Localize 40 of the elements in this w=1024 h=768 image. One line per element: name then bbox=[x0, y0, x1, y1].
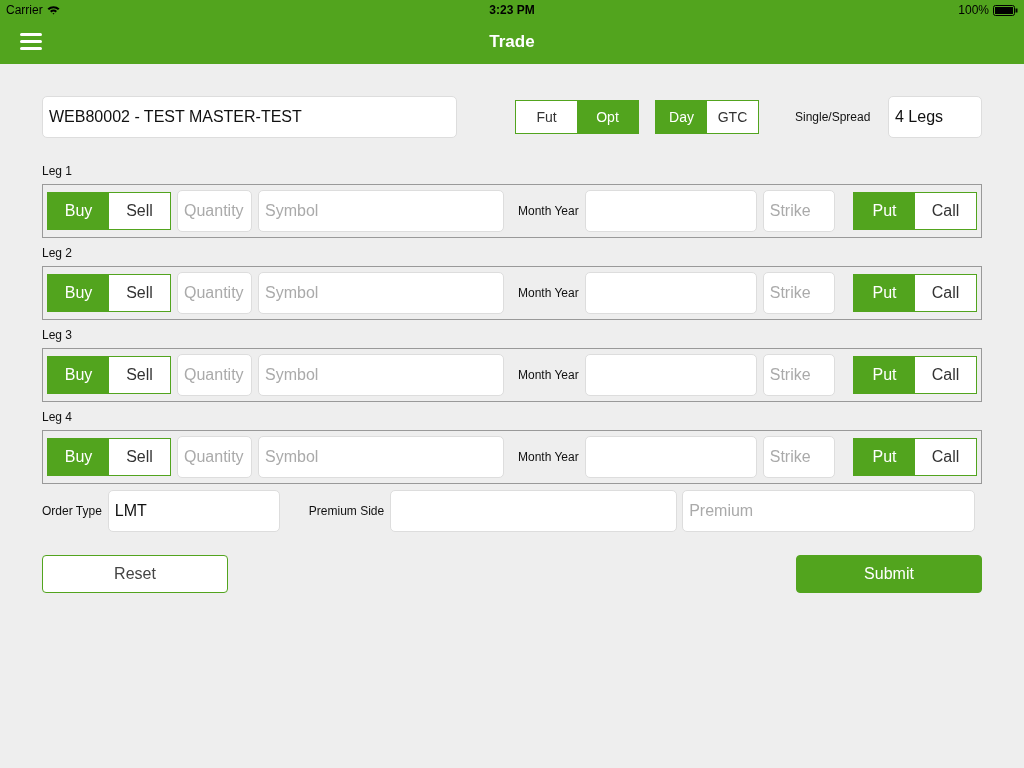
premium-field[interactable]: Premium bbox=[682, 490, 976, 532]
menu-icon[interactable] bbox=[20, 32, 42, 50]
single-spread-field[interactable]: 4 Legs bbox=[888, 96, 982, 138]
symbol-field[interactable]: Symbol bbox=[258, 190, 504, 232]
symbol-field[interactable]: Symbol bbox=[258, 272, 504, 314]
month-year-label: Month Year bbox=[518, 450, 579, 464]
single-spread-label: Single/Spread bbox=[795, 110, 871, 124]
order-type-label: Order Type bbox=[42, 504, 102, 518]
strike-field[interactable]: Strike bbox=[762, 272, 835, 314]
battery-icon bbox=[993, 4, 1018, 16]
month-year-label: Month Year bbox=[518, 286, 579, 300]
month-year-label: Month Year bbox=[518, 368, 579, 382]
leg-title: Leg 3 bbox=[42, 328, 74, 342]
symbol-field[interactable]: Symbol bbox=[258, 436, 504, 478]
month-year-field[interactable] bbox=[584, 436, 757, 478]
quantity-field[interactable]: Quantity bbox=[177, 436, 252, 478]
carrier-label: Carrier bbox=[6, 3, 43, 17]
premium-side-field[interactable] bbox=[390, 490, 678, 532]
screen-title: Trade bbox=[489, 32, 535, 52]
premium-side-label: Premium Side bbox=[308, 504, 385, 518]
leg-title: Leg 4 bbox=[42, 410, 74, 424]
battery-percent: 100% bbox=[958, 3, 989, 17]
quantity-field[interactable]: Quantity bbox=[177, 190, 252, 232]
account-field[interactable]: WEB80002 - TEST MASTER-TEST bbox=[42, 96, 457, 138]
leg-title: Leg 2 bbox=[42, 246, 74, 260]
strike-field[interactable]: Strike bbox=[762, 190, 835, 232]
quantity-field[interactable]: Quantity bbox=[177, 272, 252, 314]
symbol-field[interactable]: Symbol bbox=[258, 354, 504, 396]
reset-button[interactable]: Reset bbox=[42, 555, 228, 593]
strike-field[interactable]: Strike bbox=[762, 354, 835, 396]
month-year-field[interactable] bbox=[584, 354, 757, 396]
month-year-field[interactable] bbox=[584, 272, 757, 314]
strike-field[interactable]: Strike bbox=[762, 436, 835, 478]
wifi-icon bbox=[46, 5, 60, 15]
status-time: 3:23 PM bbox=[489, 3, 535, 17]
month-year-label: Month Year bbox=[518, 204, 579, 218]
leg-title: Leg 1 bbox=[42, 164, 74, 178]
quantity-field[interactable]: Quantity bbox=[177, 354, 252, 396]
order-type-field[interactable]: LMT bbox=[107, 490, 280, 532]
month-year-field[interactable] bbox=[584, 190, 757, 232]
